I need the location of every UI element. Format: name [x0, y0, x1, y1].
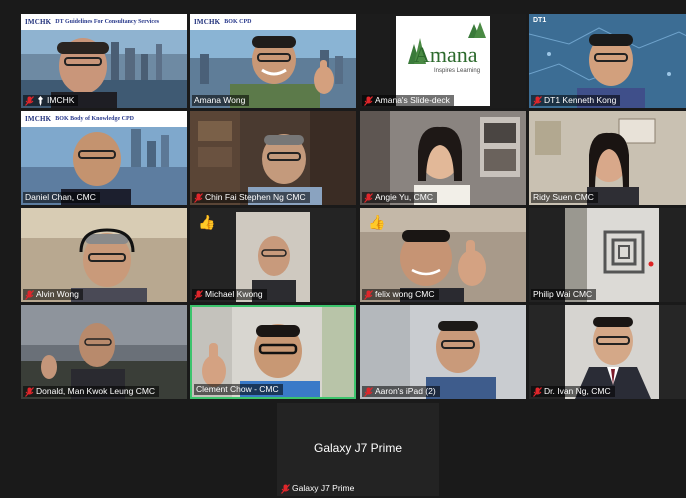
- video-tile-amana-wong[interactable]: IMCHK BOK CPD Amana Wong: [190, 14, 356, 108]
- muted-mic-icon: [194, 289, 203, 300]
- event-banner: IMCHK DT Guidelines For Consultancy Serv…: [21, 14, 187, 30]
- slide-logo: Amana: [414, 42, 478, 67]
- participant-name: Angie Yu, CMC: [375, 192, 433, 202]
- video-tile-donald-leung[interactable]: Donald, Man Kwok Leung CMC: [21, 305, 187, 399]
- video-tile-ivan-ng[interactable]: Dr. Ivan Ng, CMC: [529, 305, 686, 399]
- participant-nameplate: Aaron's iPad (2): [362, 386, 440, 397]
- muted-mic-icon: [364, 95, 373, 106]
- video-tile-galaxy-j7-prime[interactable]: Galaxy J7 Prime Galaxy J7 Prime: [277, 403, 439, 496]
- participant-nameplate: Alvin Wong: [23, 289, 83, 300]
- muted-mic-icon: [194, 192, 203, 203]
- participant-name: Chin Fai Stephen Ng CMC: [205, 192, 306, 202]
- banner-text: DT Guidelines For Consultancy Services: [55, 19, 160, 25]
- thumbs-up-reaction-icon: 👍: [368, 214, 386, 230]
- participant-nameplate: Daniel Chan, CMC: [23, 192, 100, 203]
- muted-mic-icon: [281, 483, 290, 494]
- muted-mic-icon: [533, 386, 542, 397]
- video-tile-felix-wong[interactable]: 👍 felix wong CMC: [360, 208, 526, 302]
- thumbs-up-reaction-icon: 👍: [198, 214, 216, 230]
- video-feed: [21, 305, 187, 399]
- participant-name: felix wong CMC: [375, 289, 435, 299]
- participant-name: Michael Kwong: [205, 289, 263, 299]
- video-tile-ridy-suen[interactable]: Ridy Suen CMC: [529, 111, 686, 205]
- participant-nameplate: Amana's Slide-deck: [362, 95, 454, 106]
- event-banner: IMCHK BOK CPD: [190, 14, 356, 30]
- video-gallery: IMCHK DT Guidelines For Consultancy Serv…: [0, 0, 686, 498]
- video-tile-aaron-ipad[interactable]: Aaron's iPad (2): [360, 305, 526, 399]
- participant-nameplate: Ridy Suen CMC: [531, 192, 598, 203]
- participant-nameplate: Donald, Man Kwok Leung CMC: [23, 386, 160, 397]
- participant-nameplate: Clement Chow - CMC: [194, 384, 283, 395]
- participant-nameplate: Chin Fai Stephen Ng CMC: [192, 192, 310, 203]
- banner-text: BOK CPD: [224, 19, 252, 25]
- participant-name: Amana's Slide-deck: [375, 95, 450, 105]
- muted-mic-icon: [364, 289, 373, 300]
- muted-mic-icon: [364, 192, 373, 203]
- banner-logo: IMCHK: [194, 18, 221, 26]
- muted-mic-icon: [25, 289, 34, 300]
- video-feed: [529, 111, 686, 205]
- muted-mic-icon: [25, 95, 34, 106]
- participant-name: Galaxy J7 Prime: [292, 483, 355, 493]
- video-feed: [529, 14, 686, 108]
- video-feed: [360, 111, 526, 205]
- muted-mic-icon: [25, 386, 34, 397]
- participant-name: DT1 Kenneth Kong: [544, 95, 617, 105]
- participant-nameplate: Philip Wai CMC: [531, 289, 597, 300]
- video-tile-daniel-chan[interactable]: IMCHK BOK Body of Knowledge CPD Daniel C…: [21, 111, 187, 205]
- video-tile-kenneth-kong[interactable]: DT1 DT1 Kenneth Kong: [529, 14, 686, 108]
- banner-logo: IMCHK: [25, 115, 52, 123]
- participant-nameplate: IMCHK: [23, 95, 79, 106]
- video-tile-alvin-wong[interactable]: Alvin Wong: [21, 208, 187, 302]
- muted-mic-icon: [364, 386, 373, 397]
- video-tile-imchk[interactable]: IMCHK DT Guidelines For Consultancy Serv…: [21, 14, 187, 108]
- video-feed: [190, 111, 356, 205]
- video-feed: [529, 208, 686, 302]
- participant-name: Dr. Ivan Ng, CMC: [544, 386, 611, 396]
- participant-name: Daniel Chan, CMC: [25, 192, 96, 202]
- participant-name: Clement Chow - CMC: [196, 384, 279, 394]
- participant-name: Aaron's iPad (2): [375, 386, 436, 396]
- pin-icon: [38, 95, 43, 106]
- video-feed: [360, 305, 526, 399]
- video-feed: [21, 208, 187, 302]
- banner-logo: IMCHK: [25, 18, 52, 26]
- participant-name: Amana Wong: [194, 95, 246, 105]
- video-feed: [529, 305, 686, 399]
- participant-name: IMCHK: [47, 95, 75, 105]
- video-tile-amana-slide-deck[interactable]: Amana Inspires Learning Amana's Slide-de…: [360, 14, 526, 108]
- participant-nameplate: Angie Yu, CMC: [362, 192, 437, 203]
- corner-logo: DT1: [533, 17, 547, 24]
- video-tile-angie-yu[interactable]: Angie Yu, CMC: [360, 111, 526, 205]
- video-tile-clement-chow[interactable]: Clement Chow - CMC: [190, 305, 356, 399]
- participant-name: Ridy Suen CMC: [533, 192, 594, 202]
- banner-text: BOK Body of Knowledge CPD: [55, 116, 134, 122]
- event-banner: IMCHK BOK Body of Knowledge CPD: [21, 111, 187, 127]
- muted-mic-icon: [533, 95, 542, 106]
- video-tile-philip-wai[interactable]: Philip Wai CMC: [529, 208, 686, 302]
- participant-nameplate: Amana Wong: [192, 95, 250, 106]
- participant-nameplate: Dr. Ivan Ng, CMC: [531, 386, 615, 397]
- video-tile-stephen-ng[interactable]: Chin Fai Stephen Ng CMC: [190, 111, 356, 205]
- participant-name: Alvin Wong: [36, 289, 79, 299]
- participant-name: Donald, Man Kwok Leung CMC: [36, 386, 156, 396]
- participant-nameplate: Galaxy J7 Prime: [279, 483, 358, 494]
- participant-display-name: Galaxy J7 Prime: [313, 441, 403, 455]
- participant-nameplate: felix wong CMC: [362, 289, 439, 300]
- video-tile-michael-kwong[interactable]: 👍 Michael Kwong: [190, 208, 356, 302]
- participant-nameplate: Michael Kwong: [192, 289, 267, 300]
- slide-tagline: Inspires Learning: [434, 68, 481, 74]
- participant-nameplate: DT1 Kenneth Kong: [531, 95, 621, 106]
- participant-name: Philip Wai CMC: [533, 289, 593, 299]
